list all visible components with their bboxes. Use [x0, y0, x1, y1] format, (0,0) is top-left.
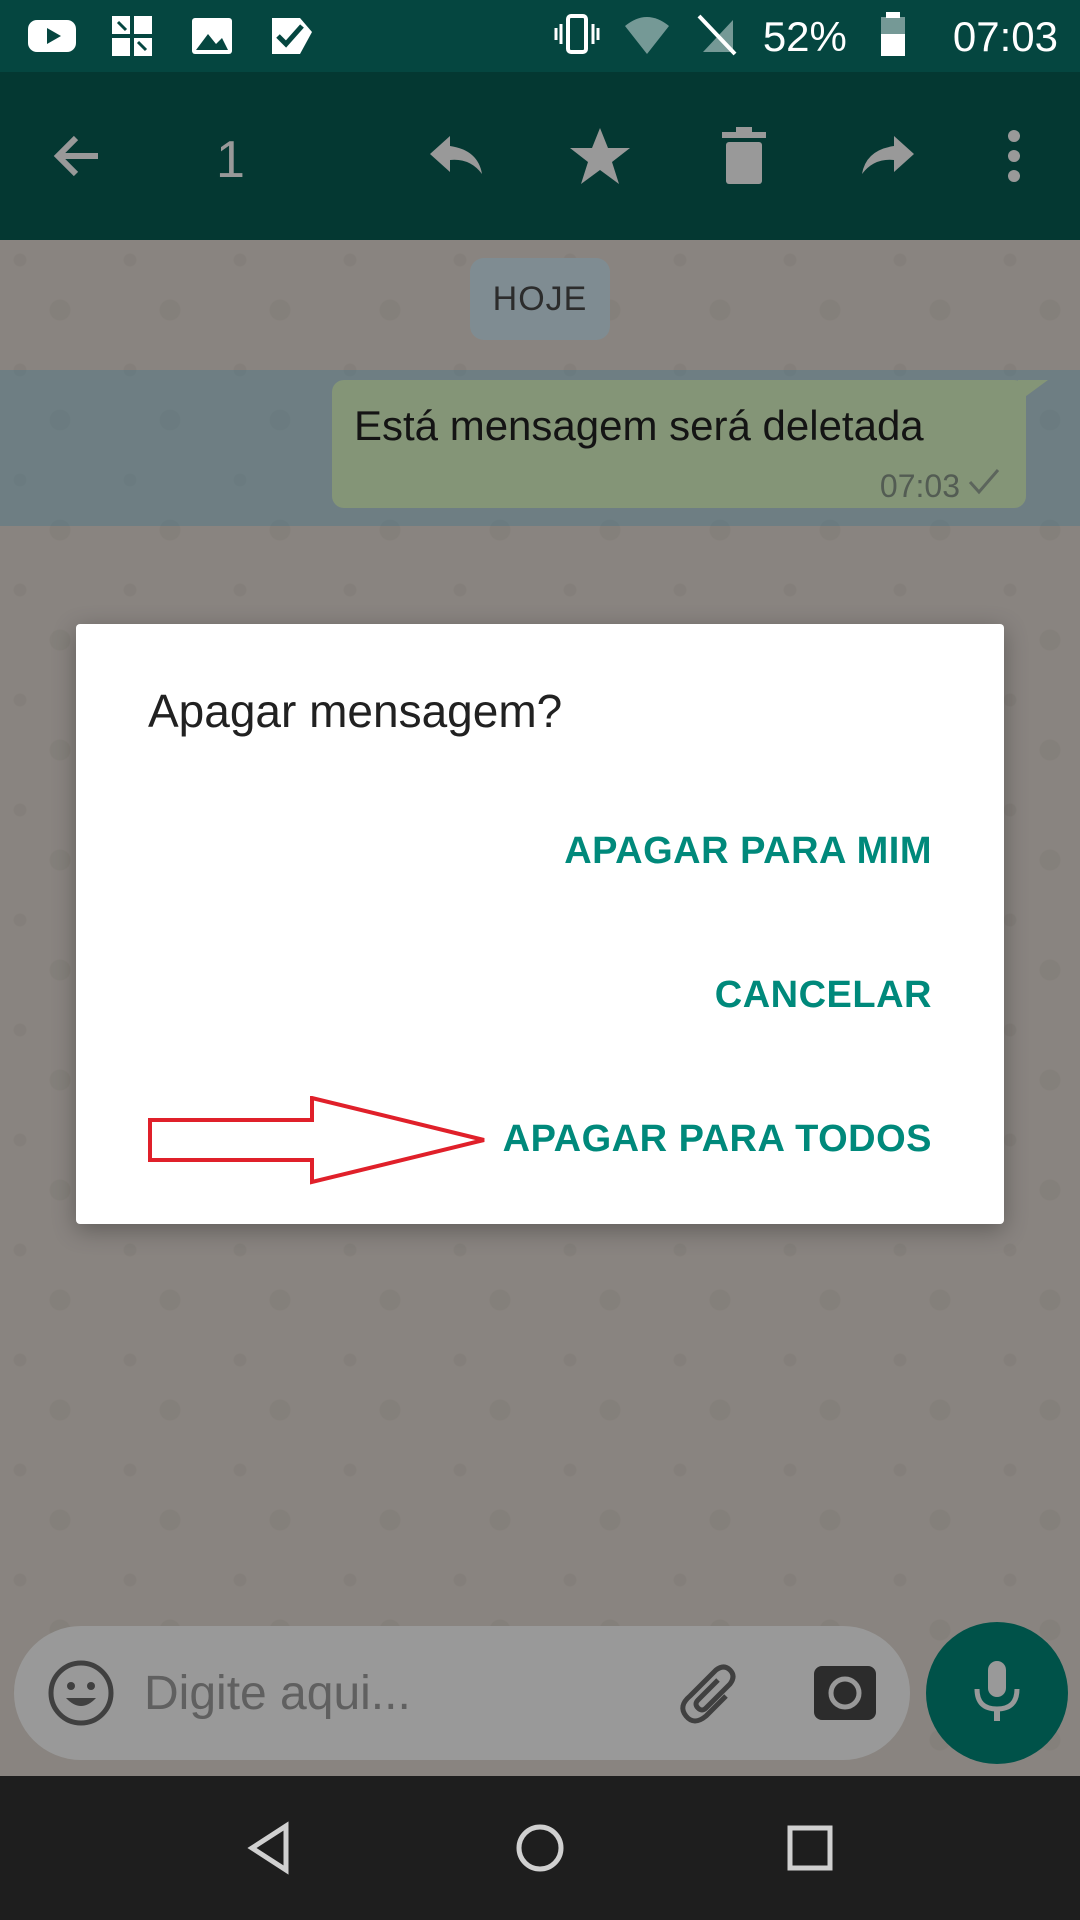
clock: 07:03: [952, 12, 1058, 60]
nav-home-icon[interactable]: [504, 1812, 576, 1884]
delete-for-everyone-button[interactable]: APAGAR PARA TODOS: [503, 1118, 932, 1161]
cancel-button[interactable]: CANCELAR: [715, 974, 932, 1017]
system-nav-bar: [0, 1776, 1080, 1920]
battery-icon: [869, 10, 917, 63]
red-arrow-annotation: [148, 1096, 485, 1185]
delete-message-dialog: Apagar mensagem? APAGAR PARA MIM CANCELA…: [76, 624, 1004, 1224]
delete-for-me-button[interactable]: APAGAR PARA MIM: [564, 830, 932, 873]
vibrate-icon: [553, 10, 601, 63]
status-bar: 52% 07:03: [0, 0, 1080, 72]
wifi-icon: [623, 10, 671, 63]
puzzle-app-icon: [106, 12, 158, 65]
youtube-icon: [26, 12, 78, 65]
battery-percent: 52%: [762, 12, 847, 60]
no-signal-icon: [693, 10, 741, 63]
gallery-icon: [186, 12, 238, 65]
nav-back-icon[interactable]: [234, 1812, 306, 1884]
nav-recents-icon[interactable]: [774, 1812, 846, 1884]
task-check-icon: [266, 12, 318, 65]
dialog-title: Apagar mensagem?: [148, 685, 563, 737]
